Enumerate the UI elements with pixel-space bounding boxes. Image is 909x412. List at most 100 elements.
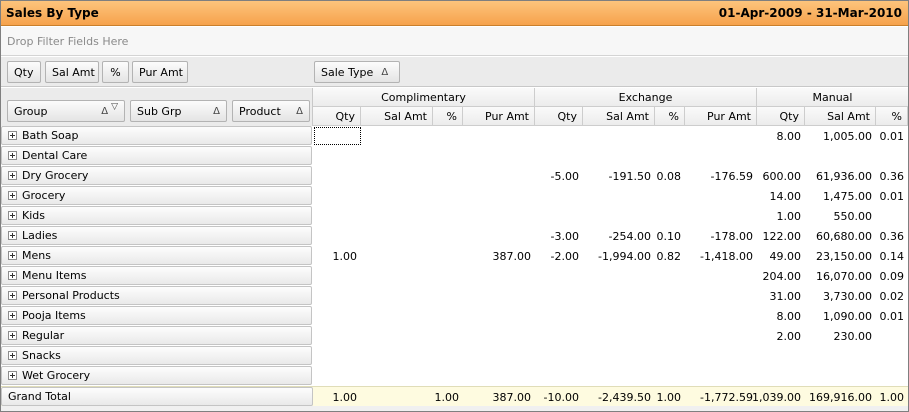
measure-header[interactable]: Sal Amt: [805, 107, 876, 126]
measure-header[interactable]: %: [433, 107, 463, 126]
row-field-sub-grp[interactable]: Sub Grp Δ: [130, 100, 227, 122]
data-cell[interactable]: 0.36: [876, 166, 908, 186]
data-cell[interactable]: -2.00: [535, 246, 583, 266]
data-cell[interactable]: 0.14: [876, 246, 908, 266]
data-cell[interactable]: -5.00: [535, 166, 583, 186]
measure-header[interactable]: Sal Amt: [583, 107, 655, 126]
row-header[interactable]: Personal Products: [1, 286, 312, 305]
data-cell[interactable]: -254.00: [583, 226, 655, 246]
row-field-group[interactable]: Group Δ ▽: [7, 100, 125, 122]
grand-total-cell[interactable]: 387.00: [463, 387, 535, 407]
data-cell[interactable]: -1,994.00: [583, 246, 655, 266]
data-cell[interactable]: 0.01: [876, 126, 908, 146]
row-header[interactable]: Wet Grocery: [1, 366, 312, 385]
data-cell[interactable]: 61,936.00: [805, 166, 876, 186]
data-cell[interactable]: 23,150.00: [805, 246, 876, 266]
data-cell[interactable]: 550.00: [805, 206, 876, 226]
expand-plus-icon[interactable]: [8, 171, 17, 180]
data-cell[interactable]: 3,730.00: [805, 286, 876, 306]
data-cell[interactable]: 1,005.00: [805, 126, 876, 146]
data-field-sal-amt[interactable]: Sal Amt: [45, 61, 99, 83]
data-cell[interactable]: 8.00: [757, 306, 805, 326]
data-cell[interactable]: 1.00: [757, 206, 805, 226]
data-cell[interactable]: 1,090.00: [805, 306, 876, 326]
row-header[interactable]: Menu Items: [1, 266, 312, 285]
data-cell[interactable]: 0.01: [876, 306, 908, 326]
measure-header[interactable]: Pur Amt: [463, 107, 535, 126]
row-header[interactable]: Dental Care: [1, 146, 312, 165]
data-cell[interactable]: 387.00: [463, 246, 535, 266]
row-header[interactable]: Pooja Items: [1, 306, 312, 325]
grand-total-cell[interactable]: -1,772.59: [685, 387, 757, 407]
expand-plus-icon[interactable]: [8, 371, 17, 380]
expand-plus-icon[interactable]: [8, 291, 17, 300]
measure-header[interactable]: Qty: [535, 107, 583, 126]
data-cell[interactable]: 0.10: [655, 226, 685, 246]
data-field-qty[interactable]: Qty: [7, 61, 41, 83]
row-header[interactable]: Grocery: [1, 186, 312, 205]
grand-total-cell[interactable]: 169,916.00: [805, 387, 876, 407]
grand-total-cell[interactable]: 1.00: [876, 387, 908, 407]
grand-total-cell[interactable]: 1.00: [313, 387, 361, 407]
expand-plus-icon[interactable]: [8, 351, 17, 360]
data-cell[interactable]: -3.00: [535, 226, 583, 246]
row-header[interactable]: Ladies: [1, 226, 312, 245]
data-cell[interactable]: 122.00: [757, 226, 805, 246]
column-group-manual[interactable]: Manual: [757, 88, 908, 107]
data-cell[interactable]: 600.00: [757, 166, 805, 186]
data-cell[interactable]: 1,475.00: [805, 186, 876, 206]
measure-header[interactable]: Pur Amt: [685, 107, 757, 126]
data-cell[interactable]: 0.08: [655, 166, 685, 186]
expand-plus-icon[interactable]: [8, 331, 17, 340]
grand-total-cell[interactable]: -2,439.50: [583, 387, 655, 407]
data-cell[interactable]: 230.00: [805, 326, 876, 346]
data-cell[interactable]: 16,070.00: [805, 266, 876, 286]
data-cell[interactable]: 0.02: [876, 286, 908, 306]
row-field-product[interactable]: Product Δ: [232, 100, 310, 122]
column-group-complimentary[interactable]: Complimentary: [313, 88, 535, 107]
expand-plus-icon[interactable]: [8, 311, 17, 320]
measure-header[interactable]: Sal Amt: [361, 107, 433, 126]
measure-header[interactable]: %: [876, 107, 908, 126]
expand-plus-icon[interactable]: [8, 231, 17, 240]
data-cell[interactable]: 14.00: [757, 186, 805, 206]
expand-plus-icon[interactable]: [8, 191, 17, 200]
row-header[interactable]: Snacks: [1, 346, 312, 365]
data-cell[interactable]: 1.00: [313, 246, 361, 266]
data-cell[interactable]: 49.00: [757, 246, 805, 266]
data-cell[interactable]: -191.50: [583, 166, 655, 186]
measure-header[interactable]: Qty: [313, 107, 361, 126]
expand-plus-icon[interactable]: [8, 251, 17, 260]
grand-total-cell[interactable]: -10.00: [535, 387, 583, 407]
expand-plus-icon[interactable]: [8, 131, 17, 140]
data-cell[interactable]: -1,418.00: [685, 246, 757, 266]
grand-total-cell[interactable]: 1.00: [655, 387, 685, 407]
row-header[interactable]: Kids: [1, 206, 312, 225]
data-cell[interactable]: -176.59: [685, 166, 757, 186]
data-cell[interactable]: 31.00: [757, 286, 805, 306]
data-cell[interactable]: 2.00: [757, 326, 805, 346]
data-cell[interactable]: 60,680.00: [805, 226, 876, 246]
data-cell[interactable]: -178.00: [685, 226, 757, 246]
grand-total-cell[interactable]: 1.00: [433, 387, 463, 407]
data-cell[interactable]: 0.09: [876, 266, 908, 286]
expand-plus-icon[interactable]: [8, 271, 17, 280]
data-cell[interactable]: 0.36: [876, 226, 908, 246]
filter-icon[interactable]: ▽: [111, 102, 118, 112]
row-header[interactable]: Bath Soap: [1, 126, 312, 145]
data-field-pur-amt[interactable]: Pur Amt: [132, 61, 188, 83]
expand-plus-icon[interactable]: [8, 151, 17, 160]
column-field-sale-type[interactable]: Sale Type Δ: [314, 61, 400, 83]
grand-total-cell[interactable]: 1,039.00: [752, 387, 805, 407]
data-cell[interactable]: 204.00: [757, 266, 805, 286]
measure-header[interactable]: %: [655, 107, 685, 126]
measure-header[interactable]: Qty: [757, 107, 805, 126]
data-cell[interactable]: 0.82: [655, 246, 685, 266]
row-header[interactable]: Regular: [1, 326, 312, 345]
data-cell[interactable]: 0.01: [876, 186, 908, 206]
row-header[interactable]: Mens: [1, 246, 312, 265]
data-cell[interactable]: 8.00: [757, 126, 805, 146]
expand-plus-icon[interactable]: [8, 211, 17, 220]
column-group-exchange[interactable]: Exchange: [535, 88, 757, 107]
row-header[interactable]: Dry Grocery: [1, 166, 312, 185]
